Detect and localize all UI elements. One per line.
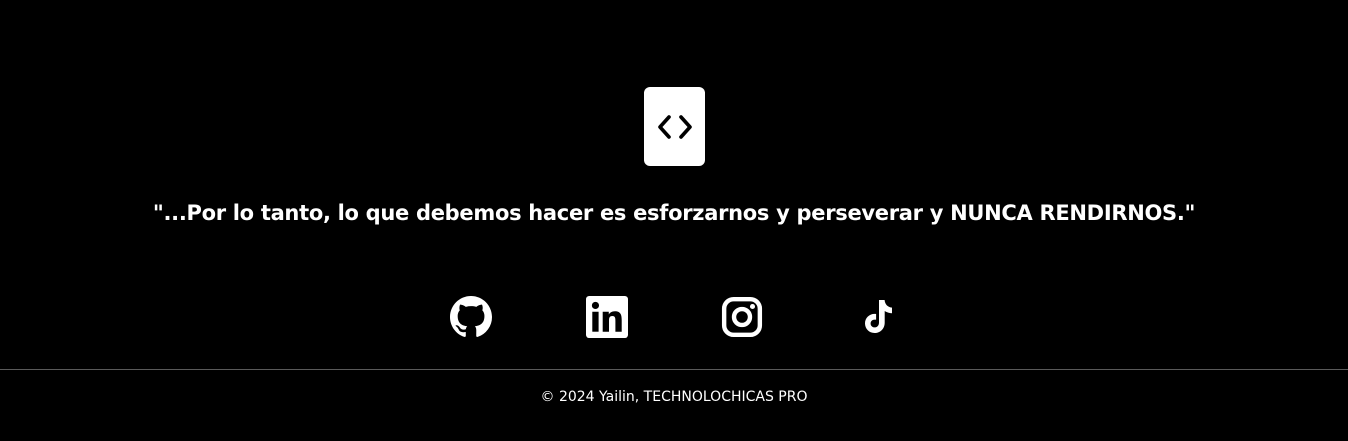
tiktok-link[interactable] — [856, 295, 900, 339]
tiktok-icon — [865, 300, 892, 333]
linkedin-icon — [586, 296, 628, 338]
instagram-icon — [721, 296, 763, 338]
code-brackets-icon — [657, 114, 692, 139]
github-icon — [450, 296, 492, 337]
footer-divider — [0, 369, 1348, 370]
footer-quote: "...Por lo tanto, lo que debemos hacer e… — [152, 201, 1196, 225]
site-footer: "...Por lo tanto, lo que debemos hacer e… — [0, 0, 1348, 441]
social-links — [0, 295, 1348, 339]
instagram-link[interactable] — [720, 295, 764, 339]
copyright-text: © 2024 Yailin, TECHNOLOCHICAS PRO — [540, 389, 808, 405]
logo[interactable] — [644, 87, 705, 166]
github-link[interactable] — [449, 295, 493, 339]
linkedin-link[interactable] — [585, 295, 629, 339]
